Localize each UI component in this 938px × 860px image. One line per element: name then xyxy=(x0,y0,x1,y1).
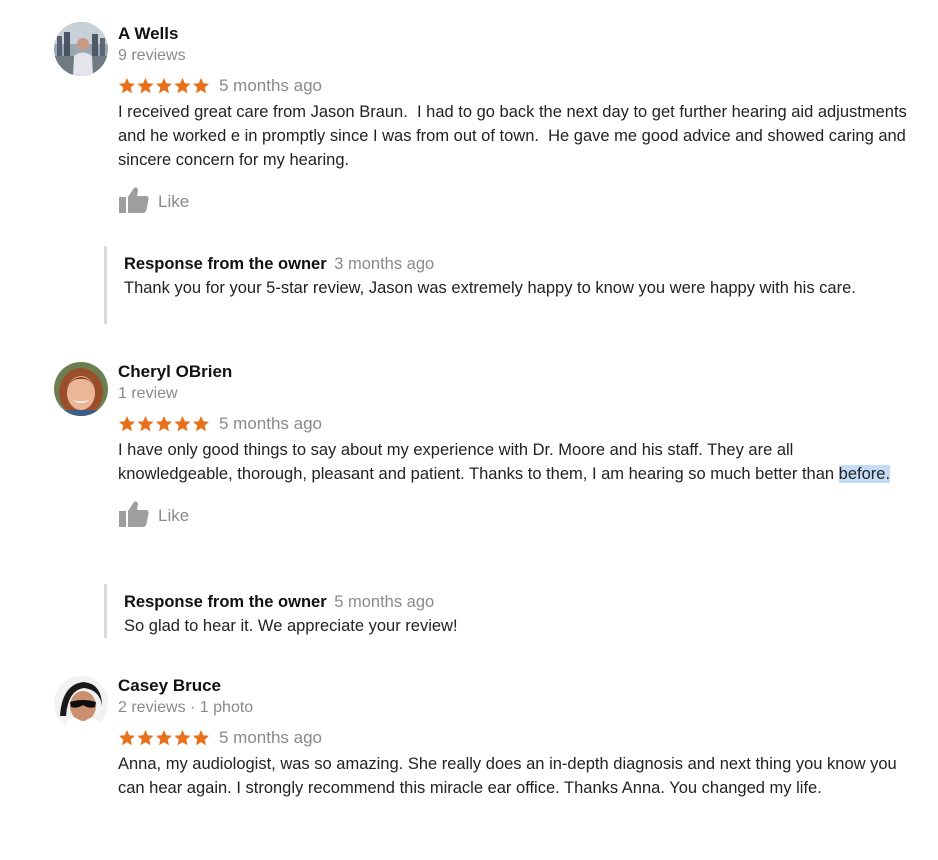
star-icon xyxy=(119,78,135,94)
owner-response: Response from the owner 3 months ago Tha… xyxy=(104,246,904,324)
review-text-main: I have only good things to say about my … xyxy=(118,441,839,483)
star-icon xyxy=(137,730,154,746)
review-time: 5 months ago xyxy=(219,414,323,433)
star-icon xyxy=(137,416,154,432)
star-rating xyxy=(118,77,210,95)
review-text: I received great care from Jason Braun. … xyxy=(118,103,912,169)
avatar[interactable] xyxy=(54,676,108,730)
star-icon xyxy=(156,730,172,746)
response-time: 3 months ago xyxy=(334,255,435,273)
review-text: I have only good things to say about my … xyxy=(118,438,908,486)
thumbs-up-icon xyxy=(119,501,149,527)
like-button[interactable]: Like xyxy=(118,186,918,214)
like-label: Like xyxy=(158,505,190,525)
reviewer-name[interactable]: A Wells xyxy=(118,23,918,45)
reviewer-review-count[interactable]: 2 reviews · 1 photo xyxy=(118,697,918,719)
star-icon xyxy=(193,416,209,432)
like-label: Like xyxy=(158,191,190,211)
avatar[interactable] xyxy=(54,362,108,416)
star-icon xyxy=(193,730,209,746)
star-rating xyxy=(118,415,210,433)
review-text: Anna, my audiologist, was so amazing. Sh… xyxy=(118,755,902,797)
star-icon xyxy=(137,78,154,94)
avatar[interactable] xyxy=(54,22,108,76)
response-text: Thank you for your 5-star review, Jason … xyxy=(124,279,856,297)
star-icon xyxy=(174,730,191,746)
response-title: Response from the owner xyxy=(124,255,327,273)
star-icon xyxy=(119,416,135,432)
star-icon xyxy=(156,78,172,94)
owner-response: Response from the owner 5 months ago So … xyxy=(104,584,904,638)
review-time: 5 months ago xyxy=(219,728,323,747)
star-icon xyxy=(174,416,191,432)
star-icon xyxy=(119,730,135,746)
rating-row: 5 months ago xyxy=(118,413,918,435)
reviewer-review-count[interactable]: 1 review xyxy=(118,383,918,405)
star-icon xyxy=(174,78,191,94)
selected-text: before. xyxy=(838,465,891,483)
reviewer-review-count[interactable]: 9 reviews xyxy=(118,45,918,67)
review-time: 5 months ago xyxy=(219,76,323,95)
rating-row: 5 months ago xyxy=(118,75,918,97)
reviewer-name[interactable]: Casey Bruce xyxy=(118,675,918,697)
response-text: So glad to hear it. We appreciate your r… xyxy=(124,617,458,635)
thumbs-up-icon xyxy=(119,187,149,213)
star-icon xyxy=(193,78,209,94)
response-time: 5 months ago xyxy=(334,593,435,611)
reviewer-name[interactable]: Cheryl OBrien xyxy=(118,361,918,383)
response-title: Response from the owner xyxy=(124,593,327,611)
star-rating xyxy=(118,729,210,747)
rating-row: 5 months ago xyxy=(118,727,918,749)
like-button[interactable]: Like xyxy=(118,500,918,528)
star-icon xyxy=(156,416,172,432)
